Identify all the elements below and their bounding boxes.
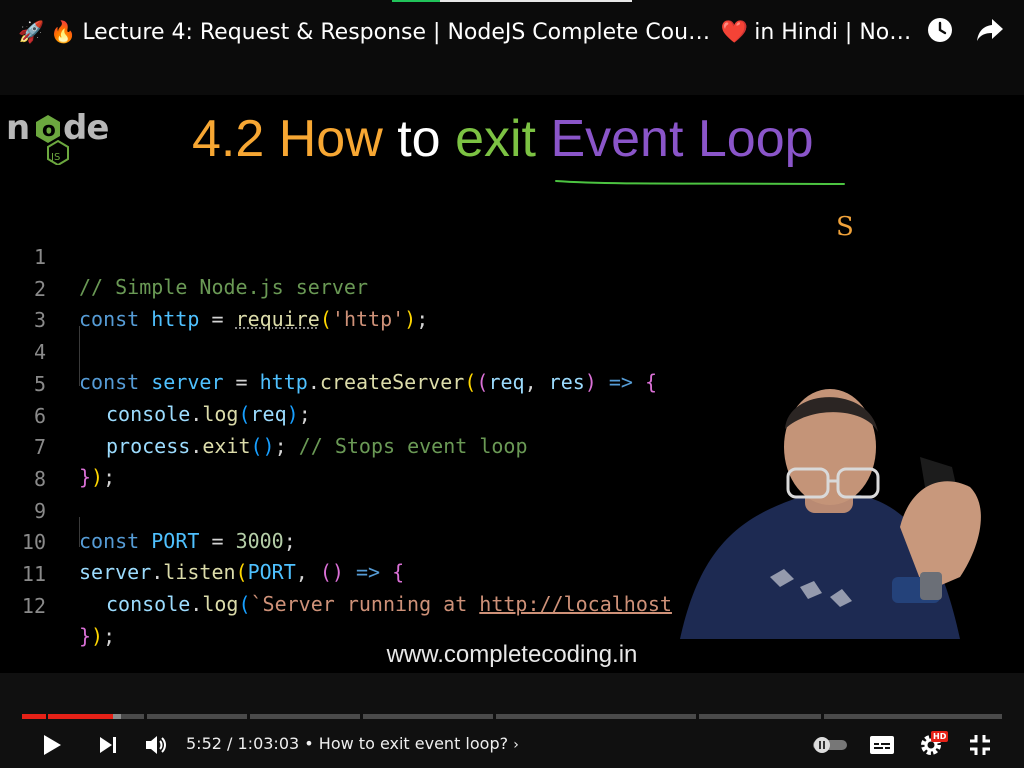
code-line-12: 12 });	[21, 594, 116, 648]
code-line-9: 9 const PORT = 3000;	[33, 499, 296, 553]
video-title-text-end: in Hindi | Not…	[754, 19, 918, 45]
captions-icon[interactable]	[868, 729, 896, 761]
chapter-segment[interactable]	[363, 714, 493, 719]
next-icon[interactable]	[94, 729, 122, 761]
slide-title: 4.2 How to exit Event Loop	[192, 109, 814, 169]
code-line-5: 5 console.log(req);	[33, 372, 311, 426]
code-line-8: 8	[33, 467, 46, 491]
rocket-icon: 🚀	[18, 19, 45, 44]
code-line-7: 7 });	[33, 435, 116, 489]
chapter-title[interactable]: How to exit event loop?	[319, 734, 508, 753]
chevron-right-icon[interactable]: ›	[513, 737, 519, 753]
svg-text:JS: JS	[50, 152, 60, 163]
time-and-chapter[interactable]: 5:52 / 1:03:03 • How to exit event loop?…	[186, 734, 519, 753]
svg-text:de: de	[63, 108, 108, 148]
code-line-1: 1 // Simple Node.js server	[33, 245, 368, 299]
slide-title-exit: exit	[455, 110, 536, 168]
heart-icon: ❤️	[720, 19, 749, 45]
progress-bar[interactable]	[22, 714, 1002, 719]
slide-title-to: to	[397, 110, 441, 168]
separator: •	[304, 734, 314, 753]
play-icon[interactable]	[36, 729, 68, 761]
played-progress	[22, 714, 114, 719]
chapter-segment[interactable]	[699, 714, 821, 719]
autoplay-toggle-icon[interactable]	[810, 729, 850, 761]
exit-fullscreen-icon[interactable]	[966, 729, 994, 761]
chapter-segment[interactable]	[496, 714, 696, 719]
clock-icon[interactable]	[924, 14, 956, 46]
player-controls: 5:52 / 1:03:03 • How to exit event loop?…	[0, 673, 1024, 768]
fire-icon: 🔥	[50, 19, 77, 44]
title-underline	[555, 180, 845, 185]
chapter-gap	[46, 714, 48, 719]
code-line-11: 11 console.log(`Server running at http:/…	[21, 562, 672, 616]
website-watermark: www.completecoding.in	[386, 641, 638, 668]
hd-badge: HD	[931, 731, 949, 742]
code-line-10: 10 server.listen(PORT, () => {	[21, 530, 405, 584]
code-line-3: 3	[33, 308, 46, 332]
share-icon[interactable]	[974, 14, 1006, 46]
presenter-webcam	[680, 389, 981, 639]
video-frame[interactable]: n o de JS 4.2 How to exit Event Loop S 1…	[0, 95, 1024, 673]
time-display: 5:52 / 1:03:03	[186, 734, 300, 753]
svg-text:o: o	[42, 117, 56, 141]
video-title[interactable]: 🚀 🔥 Lecture 4: Request & Response | Node…	[18, 16, 918, 48]
top-progress-track	[440, 0, 632, 2]
top-progress-indicator	[392, 0, 440, 2]
video-title-text: Lecture 4: Request & Response | NodeJS C…	[82, 19, 715, 45]
nodejs-logo: n o de JS	[6, 108, 109, 165]
code-line-2: 2 const http = require('http');	[33, 277, 429, 331]
slide-title-event-loop: Event Loop	[550, 110, 814, 168]
chapter-segment[interactable]	[147, 714, 247, 719]
chapter-segment[interactable]	[824, 714, 1002, 719]
slide-title-number: 4.2	[192, 110, 265, 168]
chapter-segment[interactable]	[250, 714, 360, 719]
code-line-4: 4 const server = http.createServer((req,…	[33, 340, 658, 394]
annotation-scribble: S	[836, 212, 854, 242]
slide-title-how: How	[278, 110, 383, 168]
buffered-progress	[113, 714, 121, 719]
svg-text:n: n	[6, 108, 29, 148]
volume-icon[interactable]	[142, 729, 170, 761]
video-title-bar: 🚀 🔥 Lecture 4: Request & Response | Node…	[0, 0, 1024, 95]
code-line-6: 6 process.exit(); // Stops event loop	[33, 404, 528, 458]
